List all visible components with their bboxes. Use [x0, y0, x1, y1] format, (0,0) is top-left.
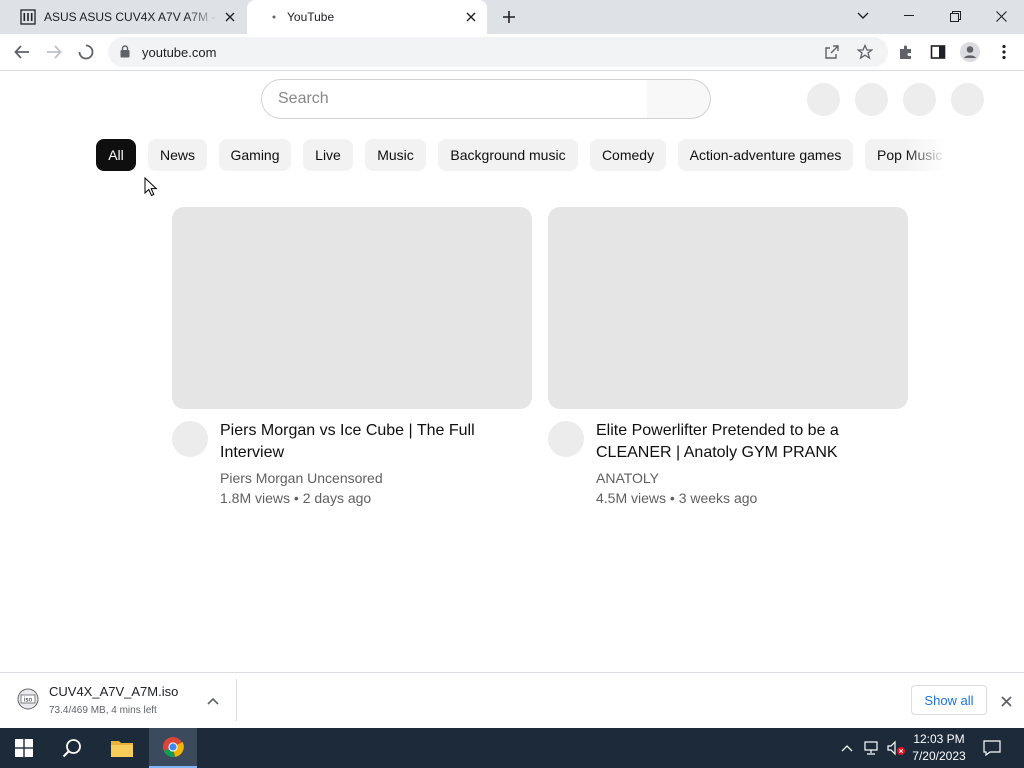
close-icon[interactable] — [996, 691, 1016, 711]
chip-live[interactable]: Live — [303, 139, 353, 171]
mouse-cursor-icon — [144, 176, 158, 202]
museum-icon — [20, 9, 36, 25]
search-input[interactable] — [278, 90, 628, 108]
video-channel[interactable]: Piers Morgan Uncensored — [220, 470, 383, 486]
tab-title: ASUS ASUS CUV4X A7V A7M - W — [44, 10, 218, 24]
video-meta: 4.5M views • 3 weeks ago — [596, 490, 758, 506]
youtube-page: All News Gaming Live Music Background mu… — [0, 72, 1024, 672]
volume-muted-icon[interactable] — [886, 738, 906, 758]
browser-toolbar: youtube.com — [0, 34, 1024, 71]
chevron-up-icon[interactable] — [203, 691, 223, 711]
channel-avatar[interactable] — [548, 421, 584, 457]
iso-file-icon: iso — [16, 687, 40, 711]
video-thumbnail[interactable] — [548, 207, 908, 409]
tab-asus[interactable]: ASUS ASUS CUV4X A7V A7M - W — [8, 0, 246, 34]
close-tab-icon[interactable] — [218, 5, 242, 29]
placeholder-icon[interactable] — [903, 83, 936, 116]
system-clock[interactable]: 12:03 PM 7/20/2023 — [908, 731, 970, 765]
search-box[interactable] — [261, 79, 648, 119]
forward-arrow-icon[interactable] — [40, 38, 68, 66]
extensions-puzzle-icon[interactable] — [892, 38, 920, 66]
video-meta: 1.8M views • 2 days ago — [220, 490, 372, 506]
tab-youtube[interactable]: YouTube — [247, 0, 487, 34]
chip-gaming[interactable]: Gaming — [219, 139, 291, 171]
video-channel[interactable]: ANATOLY — [596, 470, 659, 486]
windows-start-icon[interactable] — [0, 728, 48, 768]
new-tab-plus-icon[interactable] — [497, 5, 521, 29]
chrome-taskbar-icon[interactable] — [149, 728, 197, 768]
show-all-button[interactable]: Show all — [911, 685, 987, 715]
search-icon[interactable] — [48, 728, 96, 768]
chip-all[interactable]: All — [96, 139, 136, 171]
tab-title: YouTube — [287, 10, 335, 24]
chips-fade-overlay — [905, 136, 965, 174]
chip-action-adventure-games[interactable]: Action-adventure games — [678, 139, 853, 171]
windows-taskbar: 12:03 PM 7/20/2023 — [0, 728, 1024, 768]
download-file-name[interactable]: CUV4X_A7V_A7M.iso — [49, 684, 178, 699]
address-bar[interactable]: youtube.com — [108, 37, 888, 67]
close-tab-icon[interactable] — [459, 5, 483, 29]
browser-title-bar: ASUS ASUS CUV4X A7V A7M - W YouTube — [0, 0, 1024, 34]
minimize-icon[interactable] — [886, 0, 932, 32]
divider — [236, 679, 237, 721]
share-icon[interactable] — [824, 44, 840, 65]
file-explorer-icon[interactable] — [98, 728, 146, 768]
chip-background-music[interactable]: Background music — [438, 139, 578, 171]
back-arrow-icon[interactable] — [8, 38, 36, 66]
downloads-bar: iso CUV4X_A7V_A7M.iso 73.4/469 MB, 4 min… — [0, 672, 1024, 728]
chip-music[interactable]: Music — [365, 139, 426, 171]
placeholder-icon[interactable] — [807, 83, 840, 116]
channel-avatar[interactable] — [172, 421, 208, 457]
stop-loading-icon[interactable] — [72, 38, 100, 66]
tab-search-chevron-icon[interactable] — [840, 0, 886, 32]
video-thumbnail[interactable] — [172, 207, 532, 409]
chevron-up-icon[interactable] — [837, 738, 857, 758]
placeholder-icon[interactable] — [855, 83, 888, 116]
download-status: 73.4/469 MB, 4 mins left — [49, 705, 157, 716]
notifications-icon[interactable] — [982, 738, 1002, 758]
video-title[interactable]: Elite Powerlifter Pretended to be a CLEA… — [596, 420, 896, 464]
restore-icon[interactable] — [932, 0, 978, 32]
account-avatar[interactable] — [951, 83, 984, 116]
chip-news[interactable]: News — [148, 139, 207, 171]
bookmark-star-icon[interactable] — [856, 43, 874, 65]
svg-text:iso: iso — [24, 697, 33, 704]
chip-comedy[interactable]: Comedy — [590, 139, 666, 171]
video-title[interactable]: Piers Morgan vs Ice Cube | The Full Inte… — [220, 420, 520, 464]
loading-dot-icon — [271, 9, 277, 25]
lock-icon[interactable] — [120, 45, 130, 63]
search-button[interactable] — [647, 79, 711, 119]
close-window-icon[interactable] — [978, 0, 1024, 32]
clock-time: 12:03 PM — [913, 732, 965, 746]
profile-avatar-icon[interactable] — [956, 38, 984, 66]
url-text: youtube.com — [142, 45, 217, 60]
side-panel-icon[interactable] — [924, 38, 952, 66]
chrome-menu-icon[interactable] — [990, 38, 1018, 66]
clock-date: 7/20/2023 — [912, 749, 966, 763]
network-icon[interactable] — [861, 738, 881, 758]
